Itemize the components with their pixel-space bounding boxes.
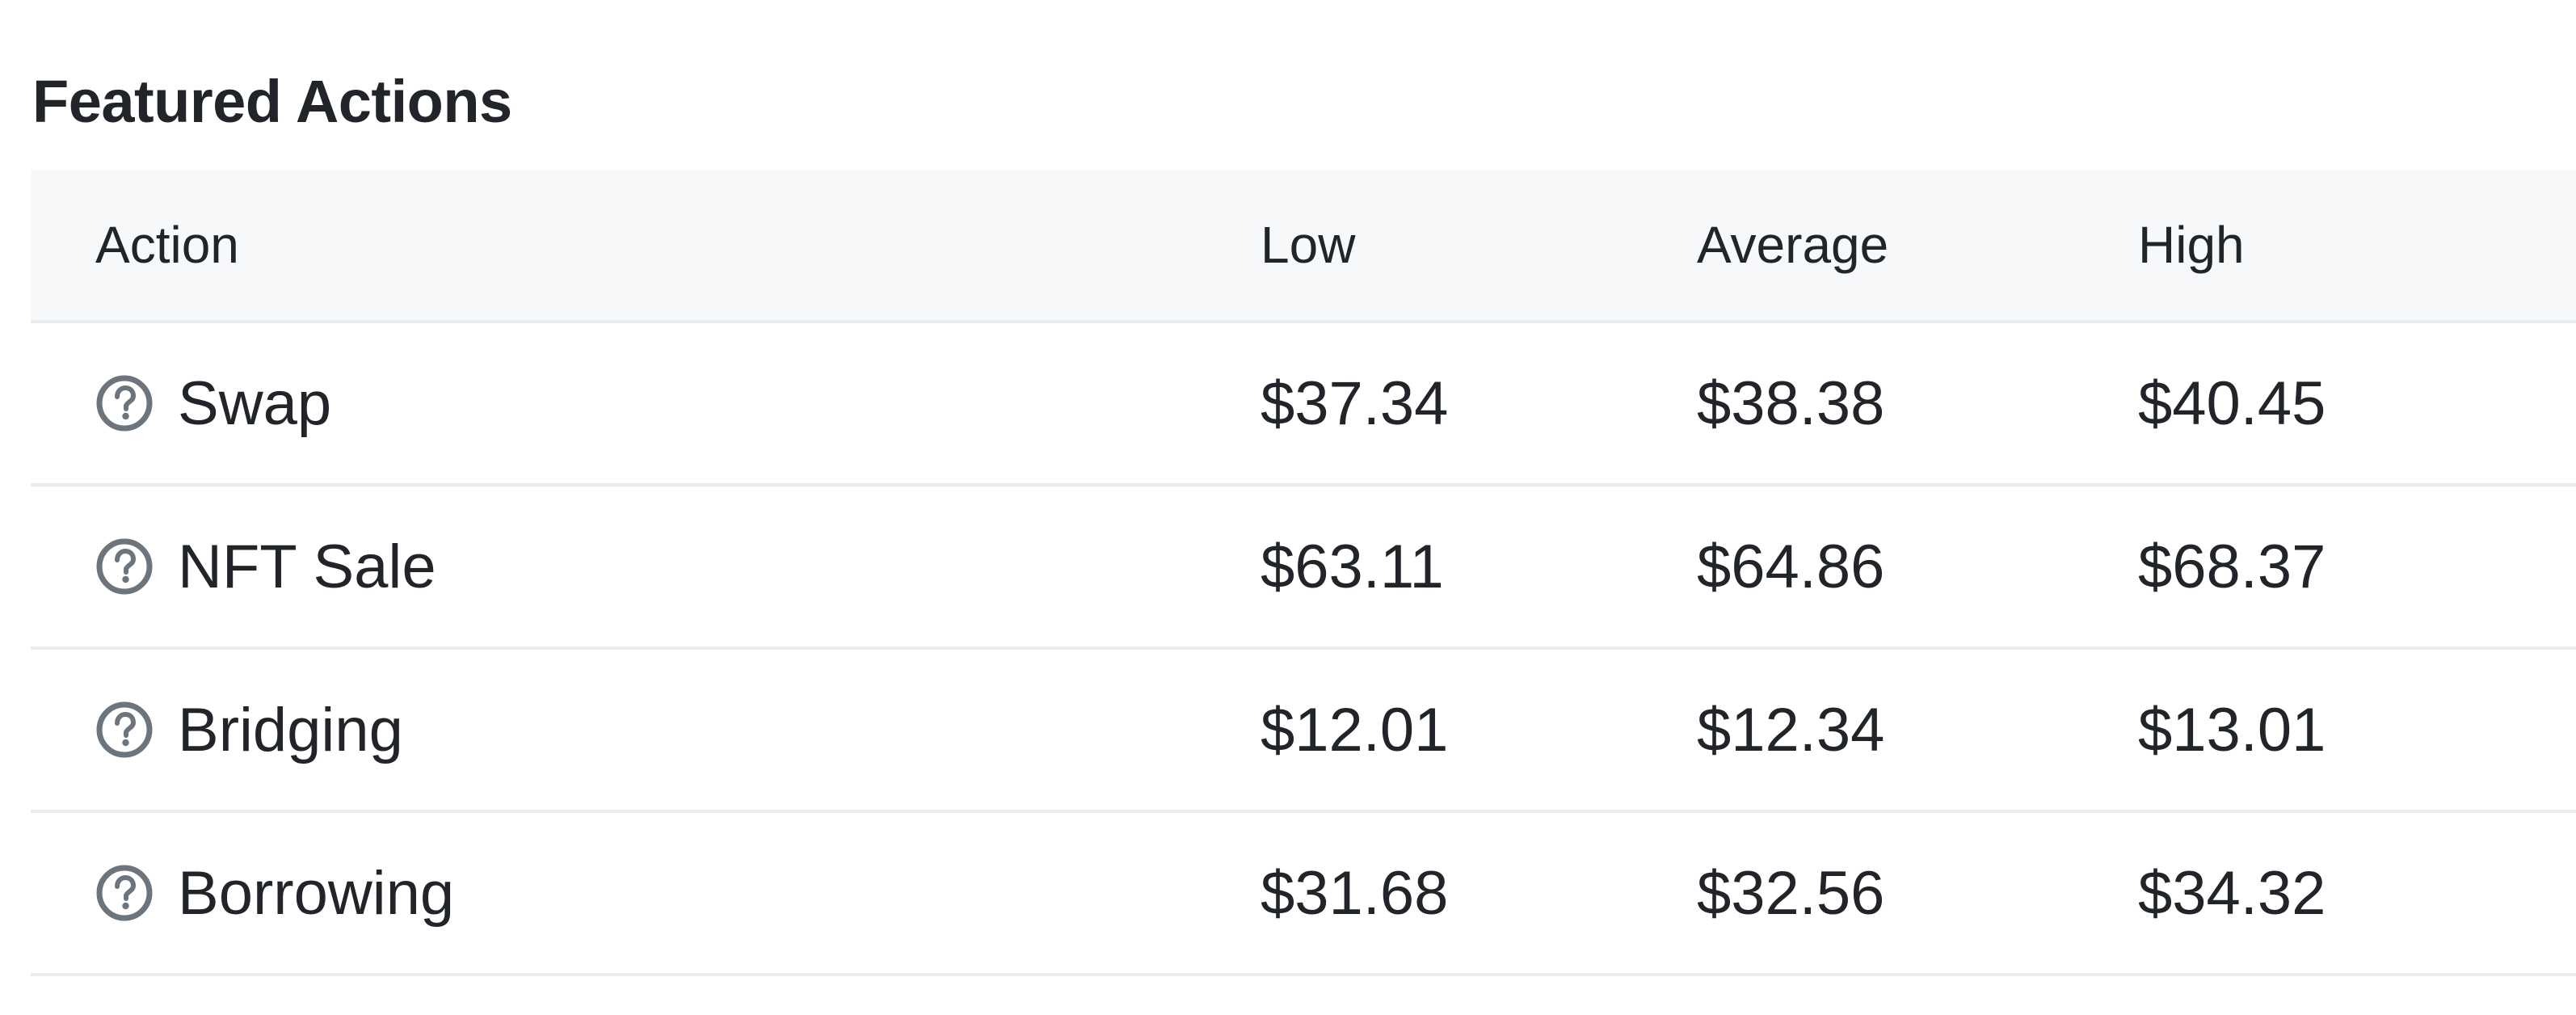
table-row: Bridging $12.01 $12.34 $13.01 (31, 650, 2576, 813)
question-circle-icon[interactable] (95, 537, 154, 596)
action-cell: Bridging (95, 650, 403, 810)
question-circle-icon[interactable] (95, 701, 154, 759)
question-circle-icon[interactable] (95, 374, 154, 432)
action-name: Borrowing (178, 858, 455, 928)
column-header-action[interactable]: Action (95, 170, 239, 320)
average-value: $12.34 (1697, 695, 1885, 764)
average-value: $38.38 (1697, 369, 1885, 438)
high-value: $68.37 (2138, 532, 2326, 601)
low-value: $63.11 (1261, 532, 1444, 601)
question-circle-icon[interactable] (95, 864, 154, 922)
column-header-average[interactable]: Average (1697, 170, 1888, 320)
high-value: $40.45 (2138, 369, 2326, 438)
action-cell: Swap (95, 323, 331, 483)
column-header-low[interactable]: Low (1261, 170, 1355, 320)
low-value: $12.01 (1261, 695, 1449, 764)
section-title: Featured Actions (32, 68, 512, 135)
low-value: $31.68 (1261, 858, 1449, 928)
high-value: $34.32 (2138, 858, 2326, 928)
table-header-row: Action Low Average High (31, 170, 2576, 323)
action-cell: Borrowing (95, 813, 454, 973)
table-row: Swap $37.34 $38.38 $40.45 (31, 323, 2576, 486)
average-value: $32.56 (1697, 858, 1885, 928)
action-name: NFT Sale (178, 532, 436, 601)
action-name: Bridging (178, 695, 403, 764)
action-cell: NFT Sale (95, 486, 436, 646)
featured-actions-table: Action Low Average High Swap $37.34 $38.… (31, 170, 2576, 976)
action-name: Swap (178, 369, 332, 438)
table-row: Borrowing $31.68 $32.56 $34.32 (31, 813, 2576, 976)
high-value: $13.01 (2138, 695, 2326, 764)
column-header-high[interactable]: High (2138, 170, 2245, 320)
table-row: NFT Sale $63.11 $64.86 $68.37 (31, 486, 2576, 650)
average-value: $64.86 (1697, 532, 1885, 601)
low-value: $37.34 (1261, 369, 1449, 438)
